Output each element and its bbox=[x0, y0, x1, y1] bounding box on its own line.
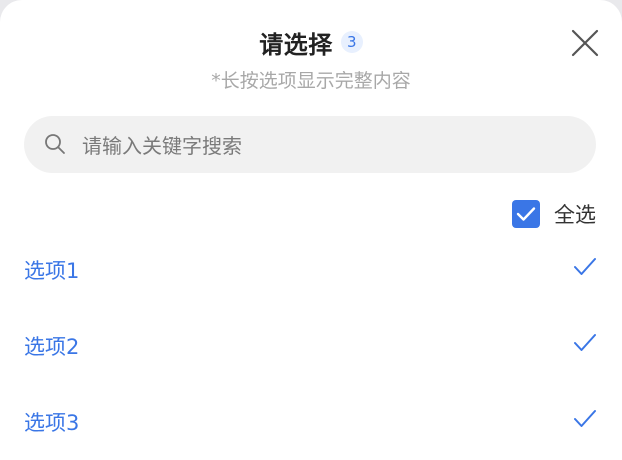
checkbox-checked-icon bbox=[516, 207, 536, 221]
search-bar[interactable] bbox=[24, 116, 596, 175]
search-input[interactable] bbox=[80, 116, 584, 175]
select-all-checkbox[interactable] bbox=[512, 200, 540, 228]
option-item-2[interactable]: 选项2 bbox=[0, 319, 622, 369]
selected-count-badge: 3 bbox=[340, 31, 363, 53]
select-all-label: 全选 bbox=[554, 203, 596, 227]
search-icon bbox=[45, 134, 65, 154]
long-press-hint: *长按选项显示完整内容 bbox=[211, 70, 411, 92]
option-item-3[interactable]: 选项3 bbox=[0, 395, 622, 445]
option-label: 选项3 bbox=[24, 411, 80, 435]
close-button[interactable] bbox=[570, 28, 600, 58]
select-all-toggle[interactable]: 全选 bbox=[512, 199, 596, 229]
check-icon bbox=[574, 334, 596, 351]
select-dialog: 请选择 3 *长按选项显示完整内容 全选 选项1 选项2 bbox=[0, 0, 622, 460]
check-icon bbox=[574, 258, 596, 275]
dialog-title: 请选择 bbox=[259, 30, 333, 59]
option-label: 选项1 bbox=[24, 259, 80, 283]
option-label: 选项2 bbox=[24, 335, 80, 359]
dialog-header: 请选择 3 bbox=[0, 22, 622, 62]
option-item-1[interactable]: 选项1 bbox=[0, 243, 622, 293]
close-icon bbox=[571, 29, 599, 57]
check-icon bbox=[574, 410, 596, 427]
